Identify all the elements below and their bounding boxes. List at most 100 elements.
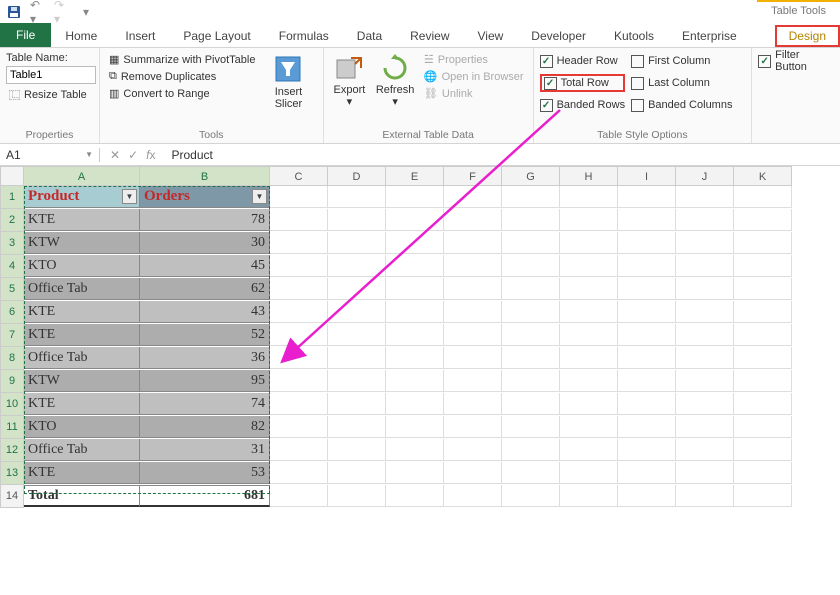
cell[interactable] [560, 278, 618, 300]
cell[interactable] [444, 186, 502, 208]
cell[interactable]: 74 [140, 393, 270, 415]
cell[interactable]: 45 [140, 255, 270, 277]
filter-button-checkbox[interactable]: ✓Filter Button [758, 52, 834, 70]
cell[interactable] [502, 416, 560, 438]
cell[interactable] [560, 347, 618, 369]
cell[interactable] [734, 485, 792, 507]
column-header-j[interactable]: J [676, 166, 734, 186]
cell[interactable] [328, 324, 386, 346]
cell[interactable] [386, 370, 444, 392]
row-header[interactable]: 1 [0, 186, 24, 209]
cell[interactable] [270, 439, 328, 461]
cell[interactable] [676, 232, 734, 254]
tab-enterprise[interactable]: Enterprise [668, 25, 751, 47]
cell[interactable]: KTE [24, 209, 140, 231]
column-header-h[interactable]: H [560, 166, 618, 186]
column-header-c[interactable]: C [270, 166, 328, 186]
row-header[interactable]: 13 [0, 462, 24, 485]
cell[interactable]: 82 [140, 416, 270, 438]
cell[interactable] [502, 370, 560, 392]
row-header[interactable]: 14 [0, 485, 24, 508]
table-name-input[interactable] [6, 66, 96, 84]
tab-home[interactable]: Home [51, 25, 111, 47]
tab-formulas[interactable]: Formulas [265, 25, 343, 47]
enter-formula-icon[interactable]: ✓ [128, 148, 138, 162]
remove-duplicates-button[interactable]: ⧉ Remove Duplicates [106, 69, 258, 84]
cell[interactable]: KTW [24, 370, 140, 392]
cell[interactable]: KTE [24, 324, 140, 346]
cell[interactable] [502, 278, 560, 300]
row-header[interactable]: 6 [0, 301, 24, 324]
cell[interactable] [560, 462, 618, 484]
redo-icon[interactable]: ↷ ▾ [54, 4, 70, 20]
cell[interactable] [560, 255, 618, 277]
cell[interactable]: KTO [24, 416, 140, 438]
cell[interactable] [734, 439, 792, 461]
cell[interactable] [444, 232, 502, 254]
cell[interactable] [328, 186, 386, 208]
cell[interactable] [676, 209, 734, 231]
refresh-button[interactable]: Refresh ▾ [375, 52, 415, 108]
cell[interactable] [676, 324, 734, 346]
cell[interactable] [328, 416, 386, 438]
column-header-b[interactable]: B [140, 166, 270, 186]
cell[interactable] [328, 462, 386, 484]
cell[interactable] [386, 232, 444, 254]
export-button[interactable]: Export ▾ [330, 52, 370, 108]
cell[interactable] [618, 209, 676, 231]
cell[interactable] [502, 324, 560, 346]
cell[interactable] [444, 278, 502, 300]
cell[interactable] [618, 347, 676, 369]
cell[interactable] [386, 255, 444, 277]
cell[interactable] [618, 324, 676, 346]
column-header-i[interactable]: I [618, 166, 676, 186]
cell[interactable] [444, 370, 502, 392]
cell[interactable] [328, 393, 386, 415]
insert-slicer-button[interactable]: Insert Slicer [264, 52, 312, 110]
row-header[interactable]: 10 [0, 393, 24, 416]
cell[interactable] [502, 462, 560, 484]
cell[interactable] [734, 324, 792, 346]
cell[interactable]: Office Tab [24, 347, 140, 369]
cell[interactable] [386, 485, 444, 507]
cell[interactable] [386, 462, 444, 484]
cell[interactable]: KTE [24, 301, 140, 323]
column-header-k[interactable]: K [734, 166, 792, 186]
banded-rows-checkbox[interactable]: ✓Banded Rows [540, 96, 626, 114]
cell[interactable] [618, 393, 676, 415]
cell[interactable] [386, 324, 444, 346]
cell[interactable]: 95 [140, 370, 270, 392]
cell[interactable] [560, 439, 618, 461]
cell[interactable] [618, 255, 676, 277]
cell[interactable] [444, 393, 502, 415]
column-header-f[interactable]: F [444, 166, 502, 186]
cell[interactable] [502, 393, 560, 415]
last-column-checkbox[interactable]: Last Column [631, 74, 732, 92]
cell[interactable]: 36 [140, 347, 270, 369]
cell[interactable] [502, 485, 560, 507]
cell[interactable] [270, 370, 328, 392]
tab-kutools[interactable]: Kutools [600, 25, 668, 47]
cell[interactable]: KTO [24, 255, 140, 277]
banded-columns-checkbox[interactable]: Banded Columns [631, 96, 732, 114]
name-box[interactable]: A1▼ [0, 148, 100, 162]
cell[interactable]: 52 [140, 324, 270, 346]
filter-dropdown-icon[interactable]: ▼ [122, 189, 137, 204]
cell[interactable] [270, 301, 328, 323]
save-icon[interactable] [6, 4, 22, 20]
resize-table-button[interactable]: ⿺ Resize Table [6, 86, 93, 104]
cell[interactable] [270, 278, 328, 300]
cell[interactable]: Total [24, 485, 140, 507]
cell[interactable]: 681 [140, 485, 270, 507]
cell[interactable] [676, 393, 734, 415]
cell[interactable] [444, 485, 502, 507]
cell[interactable]: 53 [140, 462, 270, 484]
cell[interactable] [444, 301, 502, 323]
cell[interactable] [734, 462, 792, 484]
cell[interactable] [270, 209, 328, 231]
cell[interactable] [502, 439, 560, 461]
cell[interactable] [676, 462, 734, 484]
cell[interactable] [386, 393, 444, 415]
cell[interactable] [502, 209, 560, 231]
cell[interactable] [444, 324, 502, 346]
